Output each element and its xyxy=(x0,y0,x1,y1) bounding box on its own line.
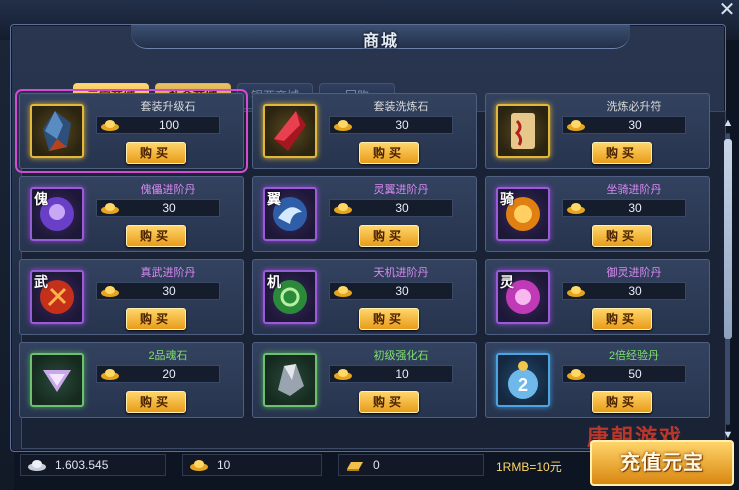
gold-bar-value: 0 xyxy=(373,458,380,472)
shop-item-card[interactable]: 初级强化石 10 购买 xyxy=(252,342,477,418)
gold-ingot-icon xyxy=(101,286,119,297)
shop-item-card[interactable]: 骑 坐骑进阶丹 30 购买 xyxy=(485,176,710,252)
item-price: 30 xyxy=(628,201,642,215)
gold-ingot-icon xyxy=(101,369,119,380)
shop-item-card[interactable]: 套装升级石 100 购买 xyxy=(15,89,248,173)
item-name: 御灵进阶丹 xyxy=(606,267,662,279)
ingot-value: 10 xyxy=(217,458,231,472)
scrollbar[interactable]: ▲ ▼ xyxy=(719,117,737,443)
item-price: 100 xyxy=(158,118,180,132)
blue-crystal-stone-icon[interactable] xyxy=(30,104,84,158)
gold-ingot-icon xyxy=(567,120,585,131)
double-exp-pill-icon[interactable]: 2 xyxy=(496,353,550,407)
shop-window: 商城 元宝商城 礼金商城 银两商城 回购 套装升级石100购买套装洗炼石30购买… xyxy=(10,24,733,452)
buy-button[interactable]: 购买 xyxy=(126,308,186,330)
scroll-thumb[interactable] xyxy=(724,139,732,339)
window-title: 商城 xyxy=(362,33,399,50)
close-icon[interactable]: ✕ xyxy=(716,0,738,22)
item-price: 50 xyxy=(628,367,642,381)
gold-ingot-icon xyxy=(567,286,585,297)
gold-ingot-icon xyxy=(101,203,119,214)
silver-value: 1.603.545 xyxy=(55,458,109,472)
silver-ingot-icon xyxy=(28,460,46,471)
item-price: 30 xyxy=(395,284,409,298)
buy-button[interactable]: 购买 xyxy=(359,391,419,413)
item-price: 30 xyxy=(162,284,176,298)
shop-item-card[interactable]: 翼 灵翼进阶丹 30 购买 xyxy=(252,176,477,252)
red-crystal-icon[interactable] xyxy=(263,104,317,158)
shop-item-card[interactable]: 2 2倍经验丹 50 购买 xyxy=(485,342,710,418)
buy-button[interactable]: 购买 xyxy=(126,142,186,164)
item-name: 2倍经验丹 xyxy=(608,350,660,362)
shop-item-card[interactable]: 洗炼必升符 30 购买 xyxy=(485,93,710,169)
item-price: 20 xyxy=(162,367,176,381)
enhance-stone-icon[interactable] xyxy=(263,353,317,407)
item-name: 傀儡进阶丹 xyxy=(140,184,196,196)
item-price: 30 xyxy=(628,118,642,132)
item-name: 初级强化石 xyxy=(373,350,429,362)
item-name: 洗炼必升符 xyxy=(606,101,662,113)
gold-ingot-icon xyxy=(334,203,352,214)
shop-item-card[interactable]: 武 真武进阶丹 30 购买 xyxy=(19,259,244,335)
gold-ingot-icon xyxy=(334,369,352,380)
soul-stone-icon[interactable] xyxy=(30,353,84,407)
currency-footer: 1.603.545 10 0 1RMB=10元 xyxy=(20,452,580,480)
ingot-balance: 10 xyxy=(182,454,322,476)
item-name: 坐骑进阶丹 xyxy=(606,184,662,196)
gold-ingot-icon xyxy=(567,369,585,380)
shop-item-card[interactable]: 灵 御灵进阶丹 30 购买 xyxy=(485,259,710,335)
item-name: 套装升级石 xyxy=(140,101,196,113)
warrior-pill-icon[interactable]: 武 xyxy=(30,270,84,324)
purple-pill-icon[interactable]: 傀 xyxy=(30,187,84,241)
item-price: 30 xyxy=(395,118,409,132)
scroll-up-icon[interactable]: ▲ xyxy=(722,117,734,129)
icon-category-char: 武 xyxy=(34,274,48,290)
icon-category-char: 傀 xyxy=(34,191,48,207)
buy-button[interactable]: 购买 xyxy=(359,225,419,247)
item-price: 30 xyxy=(628,284,642,298)
buy-button[interactable]: 购买 xyxy=(126,225,186,247)
gold-bar-balance: 0 xyxy=(338,454,484,476)
exchange-rate: 1RMB=10元 xyxy=(496,460,562,474)
item-name: 2品魂石 xyxy=(148,350,188,362)
gold-ingot-icon xyxy=(190,460,208,471)
item-name: 天机进阶丹 xyxy=(373,267,429,279)
item-name: 灵翼进阶丹 xyxy=(373,184,429,196)
gold-ingot-icon xyxy=(101,120,119,131)
icon-category-char: 机 xyxy=(267,274,281,290)
gold-bar-icon xyxy=(347,462,363,471)
icon-category-char: 灵 xyxy=(500,274,514,290)
buy-button[interactable]: 购买 xyxy=(359,142,419,164)
shop-item-card[interactable]: 套装洗炼石 30 购买 xyxy=(252,93,477,169)
item-name: 套装洗炼石 xyxy=(373,101,429,113)
scroll-talisman-icon[interactable] xyxy=(496,104,550,158)
silver-balance: 1.603.545 xyxy=(20,454,166,476)
shop-item-card[interactable]: 傀 傀儡进阶丹 30 购买 xyxy=(19,176,244,252)
icon-category-char: 翼 xyxy=(267,191,281,207)
buy-button[interactable]: 购买 xyxy=(126,391,186,413)
item-price: 30 xyxy=(395,201,409,215)
svg-text:2: 2 xyxy=(518,375,528,395)
gold-ingot-icon xyxy=(567,203,585,214)
icon-category-char: 骑 xyxy=(500,191,514,207)
item-price: 30 xyxy=(162,201,176,215)
buy-button[interactable]: 购买 xyxy=(592,142,652,164)
item-price: 10 xyxy=(395,367,409,381)
recharge-button[interactable]: 充值元宝 xyxy=(590,440,734,486)
buy-button[interactable]: 购买 xyxy=(592,308,652,330)
mechanism-pill-icon[interactable]: 机 xyxy=(263,270,317,324)
mount-pill-icon[interactable]: 骑 xyxy=(496,187,550,241)
shop-item-card[interactable]: 机 天机进阶丹 30 购买 xyxy=(252,259,477,335)
buy-button[interactable]: 购买 xyxy=(359,308,419,330)
buy-button[interactable]: 购买 xyxy=(592,225,652,247)
item-name: 真武进阶丹 xyxy=(140,267,196,279)
buy-button[interactable]: 购买 xyxy=(592,391,652,413)
gold-ingot-icon xyxy=(334,120,352,131)
wing-pill-icon[interactable]: 翼 xyxy=(263,187,317,241)
shop-item-card[interactable]: 2品魂石 20 购买 xyxy=(19,342,244,418)
gold-ingot-icon xyxy=(334,286,352,297)
spirit-pill-icon[interactable]: 灵 xyxy=(496,270,550,324)
